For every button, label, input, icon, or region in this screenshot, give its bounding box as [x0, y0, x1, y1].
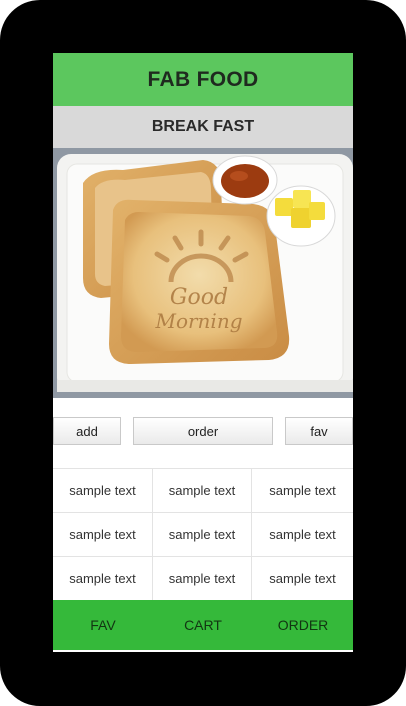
grid-cell: sample text — [153, 469, 252, 513]
breakfast-image: Good Morning — [53, 148, 353, 398]
grid-cell: sample text — [153, 513, 252, 557]
toast-text-good: Good — [170, 285, 228, 310]
sample-grid: sample text sample text sample text samp… — [53, 468, 353, 601]
section-title: BREAK FAST — [151, 118, 255, 135]
add-button[interactable]: add — [53, 417, 121, 445]
grid-cell: sample text — [252, 557, 353, 601]
nav-cart[interactable]: CART — [153, 617, 253, 633]
nav-order[interactable]: ORDER — [253, 617, 353, 633]
grid-cell: sample text — [53, 469, 153, 513]
grid-cell: sample text — [53, 557, 153, 601]
app-header: FAB FOOD — [53, 53, 353, 106]
nav-fav[interactable]: FAV — [53, 617, 153, 633]
app-screen: FAB FOOD BREAK FAST Good Morning add ord… — [53, 53, 353, 652]
device-frame: FAB FOOD BREAK FAST Good Morning add ord… — [0, 0, 406, 706]
toast-illustration: Good Morning — [53, 148, 353, 398]
section-header: BREAK FAST — [53, 106, 353, 148]
order-button[interactable]: order — [133, 417, 273, 445]
toast-text-morning: Morning — [154, 309, 242, 333]
fav-button[interactable]: fav — [285, 417, 353, 445]
grid-cell: sample text — [252, 513, 353, 557]
grid-cell: sample text — [153, 557, 252, 601]
grid-cell: sample text — [252, 469, 353, 513]
grid-cell: sample text — [53, 513, 153, 557]
bottom-navigation: FAV CART ORDER — [53, 600, 353, 650]
bottom-divider — [53, 650, 353, 652]
app-title: FAB FOOD — [147, 67, 259, 91]
